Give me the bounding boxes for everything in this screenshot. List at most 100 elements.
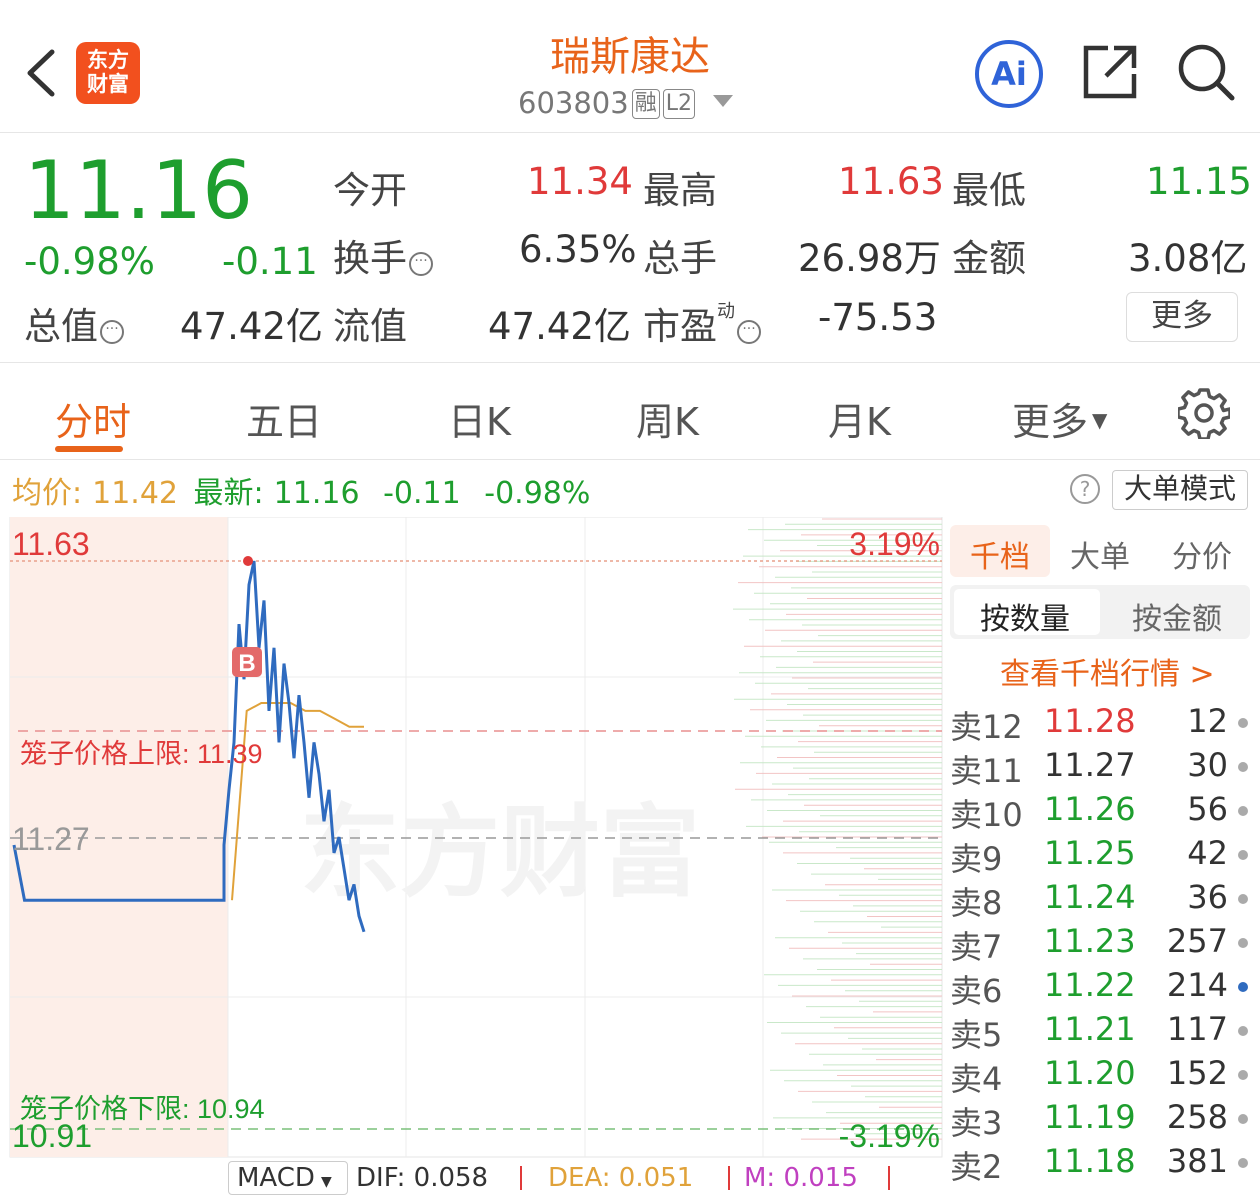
order-book-row[interactable]: 卖4 11.20 152 <box>950 1054 1250 1098</box>
share-icon[interactable] <box>1080 42 1140 102</box>
top-price-label: 11.63 <box>12 526 90 562</box>
order-book-row[interactable]: 卖12 11.28 12 <box>950 702 1250 746</box>
order-book-row[interactable]: 卖10 11.26 56 <box>950 790 1250 834</box>
search-icon[interactable] <box>1176 42 1236 102</box>
order-volume: 152 <box>1166 1054 1228 1092</box>
order-price: 11.25 <box>1044 834 1136 872</box>
order-volume: 56 <box>1187 790 1228 828</box>
order-volume: 36 <box>1187 878 1228 916</box>
tab-price-dist[interactable]: 分价 <box>1172 532 1232 576</box>
low-value: 11.15 <box>1146 160 1252 203</box>
dropdown-icon: ▼ <box>320 1174 332 1190</box>
tab-qiandang[interactable]: 千档 <box>970 532 1030 576</box>
order-dot-icon <box>1238 762 1248 772</box>
order-level-label: 卖5 <box>950 1016 1003 1054</box>
order-dot-icon <box>1238 850 1248 860</box>
ai-button[interactable]: Ai <box>975 40 1043 108</box>
order-book-row[interactable]: 卖3 11.19 258 <box>950 1098 1250 1142</box>
order-book-row[interactable]: 卖7 11.23 257 <box>950 922 1250 966</box>
order-book-row[interactable]: 卖9 11.25 42 <box>950 834 1250 878</box>
order-price: 11.19 <box>1044 1098 1136 1136</box>
info-dots-icon: ··· <box>100 320 124 344</box>
tab-monthly-k[interactable]: 月K <box>828 391 891 446</box>
divider <box>728 1166 730 1190</box>
info-dots-icon: ··· <box>409 252 433 276</box>
header: 东方 财富 瑞斯康达 603803 融 L2 Ai <box>0 0 1260 133</box>
amount-value: 3.08亿 <box>1128 237 1248 280</box>
order-dot-icon <box>1238 938 1248 948</box>
order-level-label: 卖8 <box>950 884 1003 922</box>
order-book-row[interactable]: 卖5 11.21 117 <box>950 1010 1250 1054</box>
watermark: 东方财富 <box>300 797 700 909</box>
tab-big-order[interactable]: 大单 <box>1070 532 1130 576</box>
dropdown-icon: ▼ <box>1092 408 1108 432</box>
order-volume: 12 <box>1187 702 1228 740</box>
stock-name: 瑞斯康达 <box>550 34 710 80</box>
top-percent-label: 3.19% <box>849 526 940 562</box>
intraday-info-line: 均价: 11.42 最新: 11.16 -0.11 -0.98% <box>12 476 591 511</box>
indicator-select[interactable]: MACD ▼ <box>228 1161 348 1195</box>
view-depth-link[interactable]: 查看千档行情 > <box>1000 649 1215 693</box>
stock-code-row[interactable]: 603803 融 L2 <box>518 86 734 120</box>
pe-value: -75.53 <box>818 296 938 339</box>
total-mv-label[interactable]: 总值 ··· <box>24 296 124 350</box>
order-book-row[interactable]: 卖2 11.18 381 <box>950 1142 1250 1186</box>
order-level-label: 卖12 <box>950 708 1023 746</box>
order-level-label: 卖7 <box>950 928 1003 966</box>
bottom-percent-label: -3.19% <box>839 1118 940 1154</box>
tab-daily-k[interactable]: 日K <box>448 391 511 446</box>
high-marker <box>243 556 253 566</box>
high-label: 最高 <box>643 169 717 212</box>
open-label: 今开 <box>333 169 407 212</box>
order-level-label: 卖2 <box>950 1148 1003 1186</box>
divider <box>888 1166 890 1190</box>
order-dot-icon <box>1238 894 1248 904</box>
order-level-label: 卖9 <box>950 840 1003 878</box>
active-tab-indicator <box>55 446 123 452</box>
macd-dea: DEA: 0.051 <box>548 1163 694 1193</box>
macd-dif: DIF: 0.058 <box>356 1163 489 1193</box>
depth-bars <box>733 518 942 1140</box>
order-level-label: 卖10 <box>950 796 1023 834</box>
volume-value: 26.98万 <box>798 237 941 280</box>
order-volume: 30 <box>1187 746 1228 784</box>
order-dot-icon <box>1238 982 1248 992</box>
order-book-row[interactable]: 卖11 11.27 30 <box>950 746 1250 790</box>
order-book-row[interactable]: 卖8 11.24 36 <box>950 878 1250 922</box>
macd-m: M: 0.015 <box>744 1163 858 1193</box>
buy-marker-label: B <box>238 650 255 677</box>
mode-by-amount[interactable]: 按金额 <box>1132 594 1222 638</box>
order-volume: 214 <box>1166 966 1228 1004</box>
order-price: 11.20 <box>1044 1054 1136 1092</box>
order-dot-icon <box>1238 1026 1248 1036</box>
order-dot-icon <box>1238 1070 1248 1080</box>
low-label: 最低 <box>952 169 1026 212</box>
help-icon[interactable]: ? <box>1070 474 1100 504</box>
order-price: 11.18 <box>1044 1142 1136 1180</box>
order-volume: 258 <box>1166 1098 1228 1136</box>
order-price: 11.22 <box>1044 966 1136 1004</box>
intraday-chart[interactable]: 东方财富 B 11.63 11.27 10.91 3.19% -3.19% 笼子… <box>0 517 945 1187</box>
tab-more[interactable]: 更多 ▼ <box>1012 391 1107 446</box>
order-level-label: 卖6 <box>950 972 1003 1010</box>
margin-tag: 融 <box>631 89 660 119</box>
big-order-mode-button[interactable]: 大单模式 <box>1112 470 1248 510</box>
change-value: -0.11 <box>222 240 318 283</box>
settings-gear-icon[interactable] <box>1178 387 1230 439</box>
mode-by-volume[interactable]: 按数量 <box>980 594 1070 638</box>
tab-five-day[interactable]: 五日 <box>246 391 322 446</box>
float-mv-value: 47.42亿 <box>488 305 631 348</box>
stock-code: 603803 <box>518 86 629 120</box>
tab-weekly-k[interactable]: 周K <box>636 391 699 446</box>
turnover-value: 6.35% <box>519 228 637 271</box>
pe-label[interactable]: 市盈动··· <box>643 296 761 350</box>
order-dot-icon <box>1238 718 1248 728</box>
order-book-row[interactable]: 卖6 11.22 214 <box>950 966 1250 1010</box>
float-mv-label: 流值 <box>333 305 407 348</box>
tab-intraday[interactable]: 分时 <box>55 391 131 446</box>
more-quote-button[interactable]: 更多 <box>1126 292 1238 342</box>
turnover-label[interactable]: 换手 ··· <box>333 228 433 282</box>
order-price: 11.24 <box>1044 878 1136 916</box>
order-level-label: 卖11 <box>950 752 1023 790</box>
divider <box>520 1166 522 1190</box>
